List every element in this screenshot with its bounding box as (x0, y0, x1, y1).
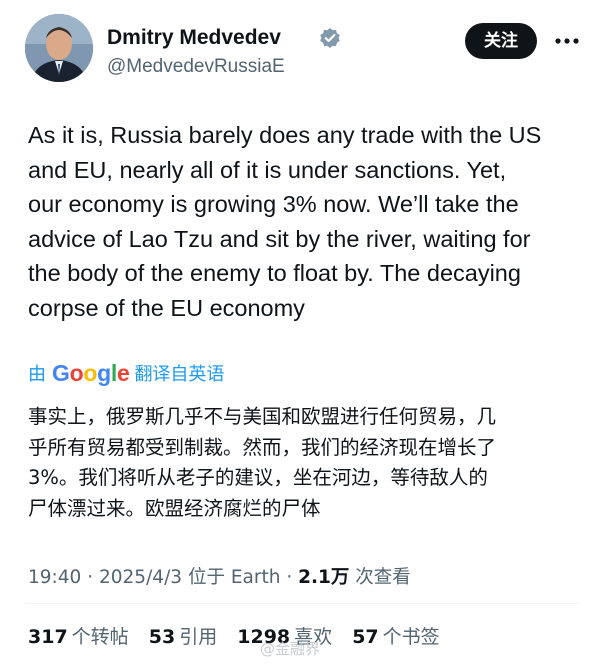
avatar[interactable] (25, 14, 93, 82)
engagement-stats: 317 个转帖 53 引用 1298 喜欢 57 个书签 (28, 622, 454, 649)
bookmarks-stat[interactable]: 57 个书签 (352, 626, 439, 648)
divider (25, 603, 580, 604)
reposts-stat[interactable]: 317 个转帖 (28, 626, 129, 648)
author-handle[interactable]: @MedvedevRussiaE (107, 56, 285, 78)
more-dots-icon[interactable] (549, 30, 585, 52)
views-count: 2.1万 (298, 567, 350, 588)
meta-separator: · (286, 567, 299, 588)
views-label: 次查看 (355, 567, 411, 588)
tweet-date[interactable]: 2025/4/3 (99, 567, 182, 588)
google-logo: Google (52, 359, 130, 386)
translated-text: 事实上，俄罗斯几乎不与美国和欧盟进行任何贸易，几 乎所有贸易都受到制裁。然而，我… (28, 405, 497, 520)
translation-attribution[interactable]: 由 Google 翻译自英语 (28, 358, 224, 388)
tweet-time[interactable]: 19:40 (28, 567, 81, 588)
meta-separator: · (87, 567, 99, 588)
avatar-portrait-icon (25, 14, 93, 82)
tweet-meta: 19:40 · 2025/4/3 位于 Earth · 2.1万 次查看 (28, 563, 411, 589)
translated-by-label: 由 (28, 364, 46, 385)
translated-from-label: 翻译自英语 (134, 364, 225, 385)
author-name[interactable]: Dmitry Medvedev (107, 26, 281, 50)
tweet-location: 位于 Earth (187, 567, 281, 588)
follow-button[interactable]: 关注 (465, 23, 537, 59)
verified-badge-icon (320, 28, 340, 48)
watermark: @金融界 (260, 640, 321, 658)
quotes-stat[interactable]: 53 引用 (149, 626, 217, 648)
tweet-header: Dmitry Medvedev @MedvedevRussiaE 关注 (25, 14, 585, 94)
tweet-text: As it is, Russia barely does any trade w… (28, 122, 542, 321)
